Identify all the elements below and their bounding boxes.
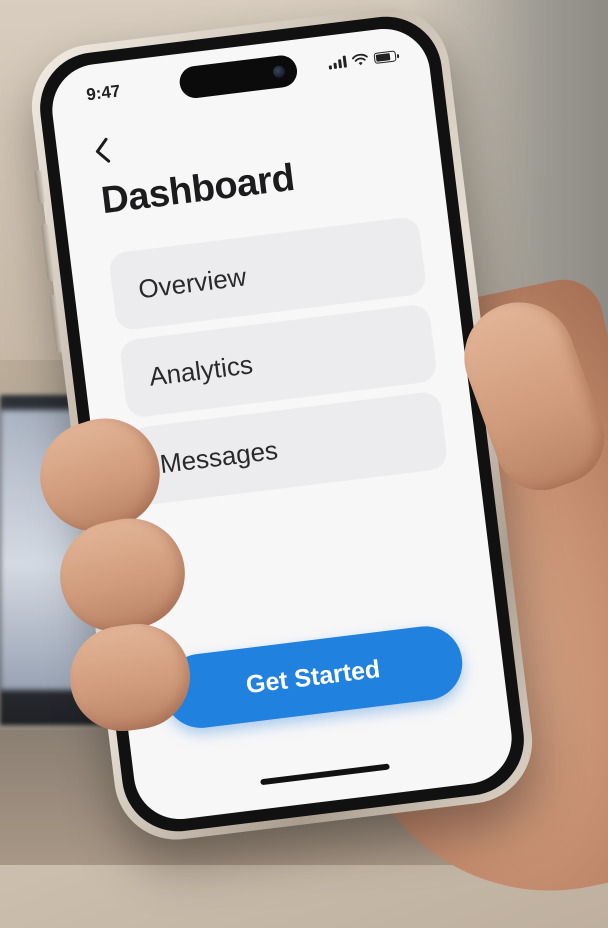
menu-item-label: Analytics bbox=[147, 348, 255, 392]
back-button[interactable] bbox=[86, 134, 119, 167]
get-started-button[interactable]: Get Started bbox=[159, 622, 467, 733]
menu-list: Overview Analytics Messages bbox=[107, 215, 449, 507]
menu-item-label: Overview bbox=[136, 260, 248, 304]
front-camera-icon bbox=[272, 65, 286, 79]
wifi-icon bbox=[351, 53, 368, 66]
battery-fill bbox=[375, 53, 391, 62]
dynamic-island bbox=[177, 53, 299, 100]
cellular-signal-icon bbox=[328, 55, 348, 70]
menu-item-label: Messages bbox=[158, 434, 280, 479]
status-icons bbox=[328, 49, 397, 70]
home-indicator[interactable] bbox=[260, 763, 390, 786]
page-title: Dashboard bbox=[98, 156, 297, 223]
chevron-left-icon bbox=[95, 137, 111, 163]
status-time: 9:47 bbox=[85, 81, 122, 105]
battery-icon bbox=[373, 50, 397, 65]
